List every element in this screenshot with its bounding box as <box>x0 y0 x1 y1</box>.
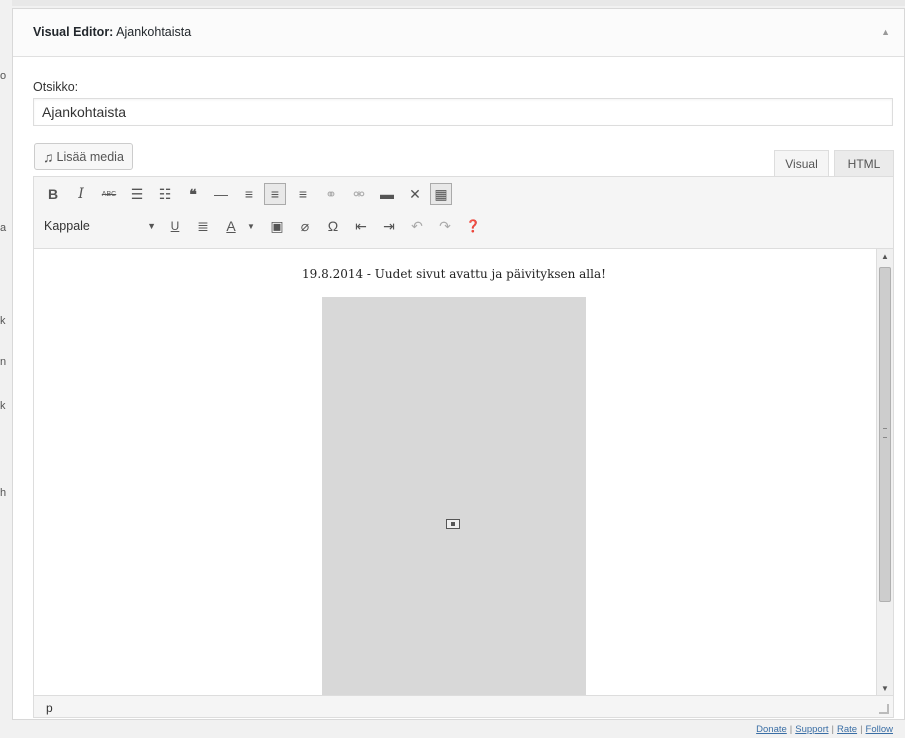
scroll-up-icon[interactable]: ▲ <box>877 249 893 263</box>
blockquote-button[interactable]: ❝ <box>182 183 204 205</box>
add-media-button[interactable]: ♫ Lisää media <box>34 143 133 170</box>
bullet-list-button[interactable]: ☰ <box>126 183 148 205</box>
chevron-down-icon: ▼ <box>147 221 156 231</box>
title-input[interactable] <box>33 98 893 126</box>
horizontal-rule-button[interactable]: — <box>210 183 232 205</box>
top-edge <box>12 0 905 6</box>
status-bar: p <box>34 698 893 718</box>
support-link[interactable]: Support <box>795 724 828 735</box>
format-select-value: Kappale <box>44 219 90 233</box>
remove-link-button[interactable]: ⚮ <box>348 183 370 205</box>
donate-link[interactable]: Donate <box>756 724 787 735</box>
scroll-thumb[interactable] <box>879 267 891 602</box>
image-placeholder[interactable] <box>322 297 586 695</box>
undo-button[interactable]: ↶ <box>406 215 428 237</box>
tab-visual[interactable]: Visual <box>774 150 829 177</box>
add-media-label: Lisää media <box>56 149 124 164</box>
clear-formatting-button[interactable]: ⌀ <box>294 215 316 237</box>
outdent-button[interactable]: ⇤ <box>350 215 372 237</box>
editor-panel: Visual Editor: Ajankohtaista ▲ Otsikko: … <box>12 8 905 720</box>
broken-image-icon <box>446 519 460 529</box>
fullscreen-button[interactable]: ✕ <box>404 183 426 205</box>
text-color-button[interactable]: A <box>220 215 242 237</box>
left-sidebar-edge: o a k n k h <box>0 0 10 738</box>
content-first-line: 19.8.2014 - Uudet sivut avattu ja päivit… <box>302 267 606 281</box>
insert-link-button[interactable]: ⚭ <box>320 183 342 205</box>
panel-title-prefix: Visual Editor: <box>33 25 114 39</box>
underline-button[interactable]: U <box>164 215 186 237</box>
panel-title: Visual Editor: Ajankohtaista <box>33 25 191 39</box>
toolbar-row-1: B I ABC ☰ ☷ ❝ — ≡ ≡ ≡ ⚭ ⚮ ▬ ✕ ▦ <box>34 183 893 209</box>
rate-link[interactable]: Rate <box>837 724 857 735</box>
read-more-button[interactable]: ▬ <box>376 183 398 205</box>
scroll-grip-icon <box>883 428 887 438</box>
element-path[interactable]: p <box>46 701 53 715</box>
bold-button[interactable]: B <box>42 183 64 205</box>
special-character-button[interactable]: Ω <box>322 215 344 237</box>
resize-handle-icon[interactable] <box>879 704 889 714</box>
follow-link[interactable]: Follow <box>866 724 893 735</box>
tab-html[interactable]: HTML <box>834 150 894 177</box>
paste-as-text-button[interactable]: ▣ <box>266 215 288 237</box>
numbered-list-button[interactable]: ☷ <box>154 183 176 205</box>
arrow-up-icon[interactable]: ▲ <box>881 27 890 37</box>
footer-links: Donate | Support | Rate | Follow <box>756 724 893 735</box>
text-color-dropdown[interactable]: ▼ <box>240 215 262 237</box>
panel-title-name: Ajankohtaista <box>116 25 192 39</box>
editor-scrollbar[interactable]: ▲ ▼ <box>876 249 893 695</box>
align-center-button[interactable]: ≡ <box>264 183 286 205</box>
redo-button[interactable]: ↷ <box>434 215 456 237</box>
editor-content[interactable]: 19.8.2014 - Uudet sivut avattu ja päivit… <box>34 248 893 696</box>
indent-button[interactable]: ⇥ <box>378 215 400 237</box>
strikethrough-button[interactable]: ABC <box>98 183 120 205</box>
toolbar-row-2: Kappale ▼ U ≣ A ▼ ▣ ⌀ Ω ⇤ ⇥ ↶ ↷ ❓ <box>34 215 893 241</box>
justify-button[interactable]: ≣ <box>192 215 214 237</box>
panel-header[interactable]: Visual Editor: Ajankohtaista ▲ <box>13 9 904 57</box>
format-select[interactable]: Kappale ▼ <box>40 215 160 237</box>
toolbar-toggle-button[interactable]: ▦ <box>430 183 452 205</box>
media-icon: ♫ <box>43 148 53 165</box>
scroll-down-icon[interactable]: ▼ <box>877 681 893 695</box>
title-label: Otsikko: <box>33 80 79 94</box>
editor-frame: B I ABC ☰ ☷ ❝ — ≡ ≡ ≡ ⚭ ⚮ ▬ ✕ ▦ Kappale … <box>33 176 894 718</box>
align-right-button[interactable]: ≡ <box>292 183 314 205</box>
help-button[interactable]: ❓ <box>462 215 484 237</box>
align-left-button[interactable]: ≡ <box>238 183 260 205</box>
italic-button[interactable]: I <box>70 183 92 205</box>
